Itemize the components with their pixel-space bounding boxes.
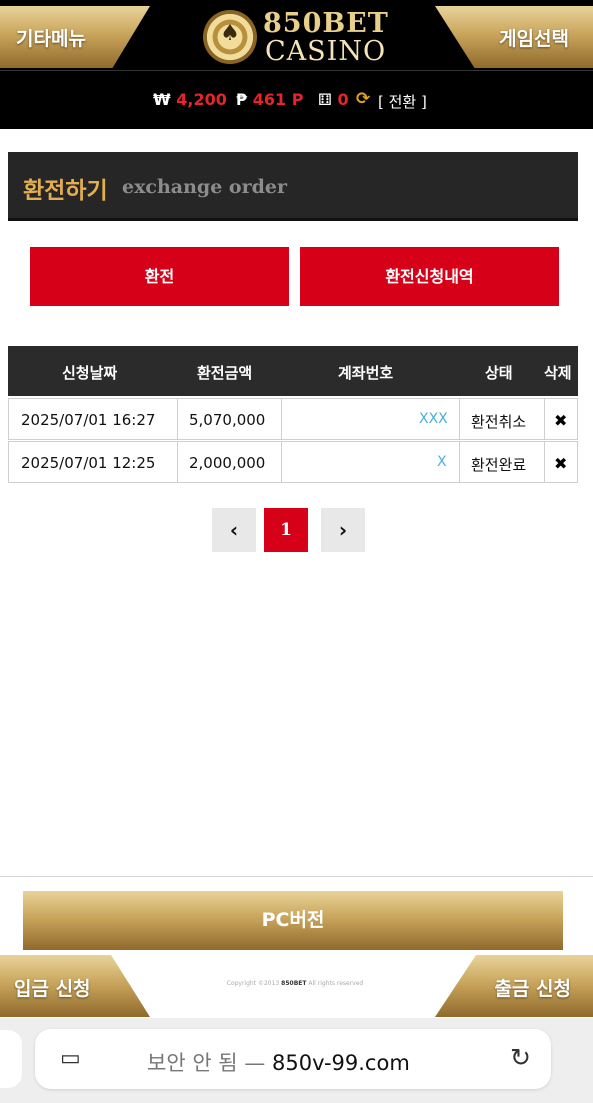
page-title: 환전하기 <box>23 178 108 204</box>
row-date: 2025/07/01 16:27 <box>21 411 156 429</box>
row-status: 환전완료 <box>471 456 527 474</box>
cash-value: 4,200 <box>176 90 227 109</box>
spade-chip-icon: ♠ <box>203 10 257 64</box>
table-header: 신청날짜 환전금액 계좌번호 상태 삭제 <box>8 346 578 396</box>
table-row: 2025/07/01 16:27 5,070,000 XXX 환전취소 ✖ <box>8 398 578 440</box>
table-row: 2025/07/01 12:25 2,000,000 X 환전완료 ✖ <box>8 441 578 483</box>
row-date: 2025/07/01 12:25 <box>21 454 156 472</box>
top-header: 기타메뉴 ♠ 850BET CASINO 게임선택 <box>0 0 593 70</box>
next-page-button[interactable]: › <box>321 508 365 552</box>
reader-icon[interactable]: ▭ <box>60 1046 81 1071</box>
refresh-icon[interactable]: ⟳ <box>356 89 370 109</box>
withdraw-request-label: 출금 신청 <box>494 978 571 1000</box>
url-text[interactable]: 보안 안 됨 — 850v-99.com <box>147 1047 410 1077</box>
page-title-bar: 환전하기 exchange order <box>8 152 578 221</box>
prev-page-button[interactable]: ‹ <box>212 508 256 552</box>
insecure-label: 보안 안 됨 — <box>147 1051 266 1075</box>
column-header-status: 상태 <box>485 364 513 382</box>
game-select-label: 게임선택 <box>499 28 569 50</box>
game-select-button[interactable]: 게임선택 <box>435 6 593 68</box>
browser-toolbar: ▭ 보안 안 됨 — 850v-99.com ↻ <box>0 1018 593 1103</box>
point-icon: ₱ <box>236 90 248 109</box>
point-balance: ₱ 461 P <box>236 90 303 109</box>
other-menu-button[interactable]: 기타메뉴 <box>0 6 150 68</box>
site-logo[interactable]: ♠ 850BET CASINO <box>203 8 393 67</box>
won-icon: ₩ <box>153 90 171 109</box>
reload-icon[interactable]: ↻ <box>510 1043 531 1072</box>
page-subtitle: exchange order <box>122 176 287 198</box>
exchange-button[interactable]: 환전 <box>30 247 289 306</box>
column-header-delete: 삭제 <box>544 364 572 382</box>
column-header-date: 신청날짜 <box>62 364 118 382</box>
dice-icon: ⚅ <box>318 90 332 109</box>
row-amount: 5,070,000 <box>189 411 266 429</box>
row-account: XXX <box>419 411 448 427</box>
point-value: 461 P <box>252 90 304 109</box>
row-account: X <box>437 454 447 470</box>
previous-tab[interactable] <box>0 1030 22 1088</box>
dice-balance: ⚅ 0 <box>318 90 349 109</box>
domain-label: 850v-99.com <box>272 1051 410 1075</box>
cash-balance: ₩ 4,200 <box>153 90 227 109</box>
delete-icon[interactable]: ✖ <box>554 411 567 430</box>
column-header-account: 계좌번호 <box>338 364 394 382</box>
copyright-text: Copyright ©2013 850BET All rights reserv… <box>226 980 364 987</box>
other-menu-label: 기타메뉴 <box>16 28 86 50</box>
dice-value: 0 <box>337 90 349 109</box>
balance-bar: ₩ 4,200 ₱ 461 P ⚅ 0 ⟳ [ 전환 ] <box>0 70 593 129</box>
footer-divider <box>0 876 593 877</box>
row-amount: 2,000,000 <box>189 454 266 472</box>
exchange-history-button[interactable]: 환전신청내역 <box>300 247 559 306</box>
delete-icon[interactable]: ✖ <box>554 454 567 473</box>
pc-version-button[interactable]: PC버전 <box>23 891 563 950</box>
current-page-button[interactable]: 1 <box>264 508 308 552</box>
row-status: 환전취소 <box>471 413 527 431</box>
column-header-amount: 환전금액 <box>197 364 253 382</box>
deposit-request-label: 입금 신청 <box>14 978 91 1000</box>
address-bar[interactable]: ▭ 보안 안 됨 — 850v-99.com ↻ <box>35 1029 551 1089</box>
logo-text-casino: CASINO <box>265 36 387 67</box>
convert-button[interactable]: [ 전환 ] <box>378 91 427 112</box>
logo-text-850bet: 850BET <box>263 8 389 39</box>
